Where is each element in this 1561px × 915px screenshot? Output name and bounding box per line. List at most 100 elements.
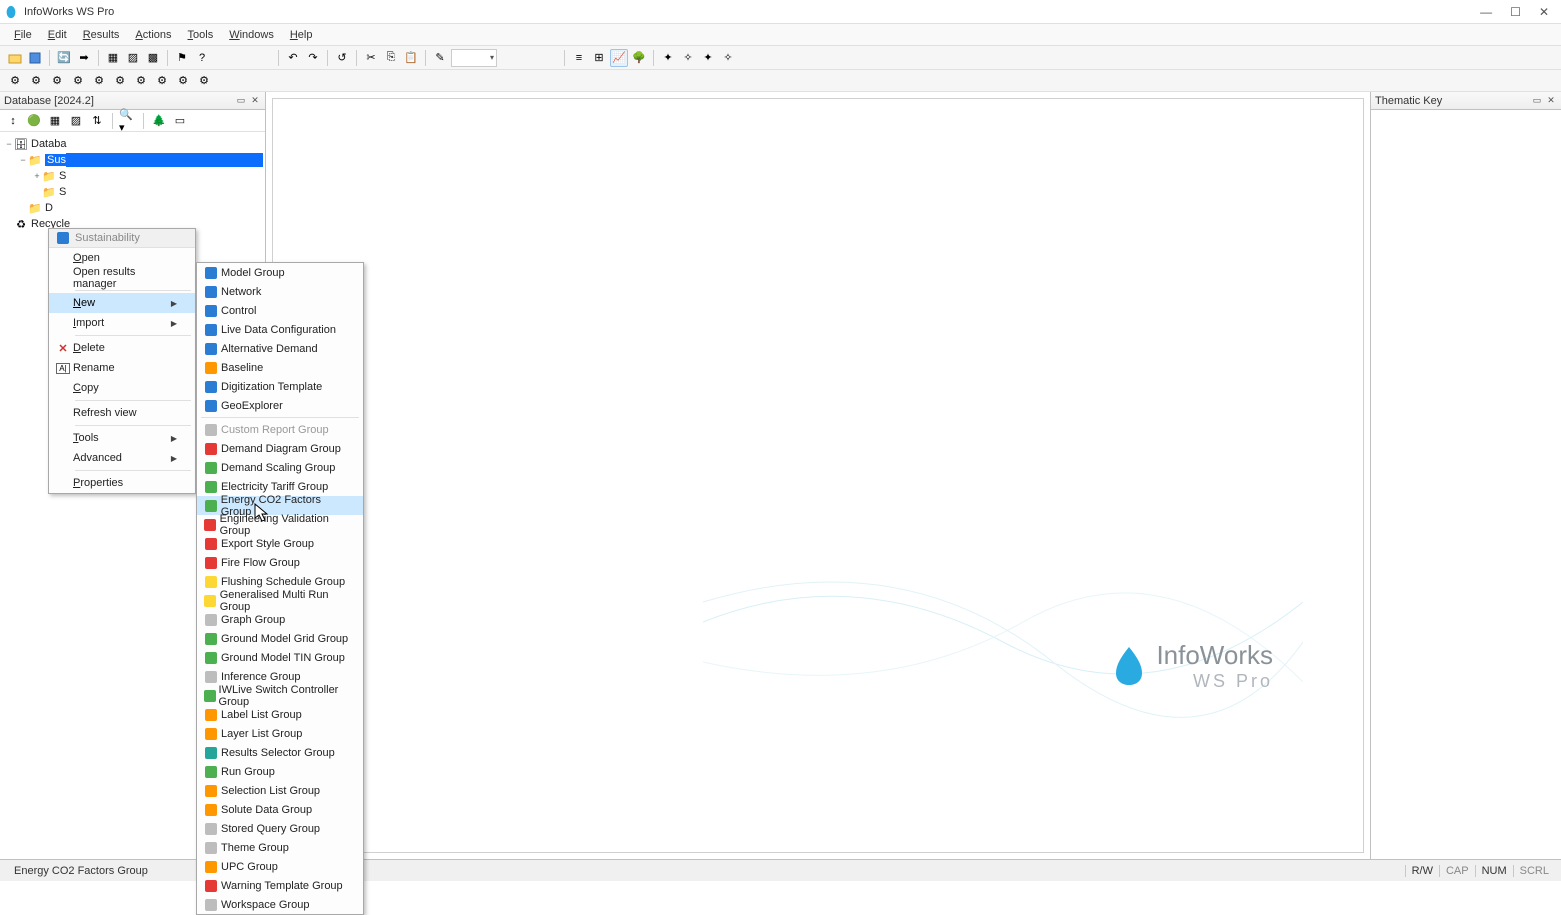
gear2-icon[interactable]: ⚙ [27, 72, 45, 90]
tb-grid-icon[interactable]: ⊞ [590, 49, 608, 67]
tb-undo2-icon[interactable]: ↺ [333, 49, 351, 67]
gear1-icon[interactable]: ⚙ [6, 72, 24, 90]
sub-item-layer-list-group[interactable]: Layer List Group [197, 724, 363, 743]
ctx-item-new[interactable]: New▶ [49, 293, 195, 313]
sub-item-run-group[interactable]: Run Group [197, 762, 363, 781]
menu-tools[interactable]: Tools [180, 27, 222, 43]
tree-node-child1[interactable]: + 📁 S [2, 168, 263, 184]
sub-item-graph-group[interactable]: Graph Group [197, 610, 363, 629]
sub-item-theme-group[interactable]: Theme Group [197, 838, 363, 857]
pt-up-icon[interactable]: ↕ [4, 112, 22, 130]
tb-paste-icon[interactable]: 📋 [402, 49, 420, 67]
tb-sparkle2-icon[interactable]: ✦ [699, 49, 717, 67]
pt-grid1-icon[interactable]: ▦ [46, 112, 64, 130]
gear7-icon[interactable]: ⚙ [132, 72, 150, 90]
sub-item-demand-scaling-group[interactable]: Demand Scaling Group [197, 458, 363, 477]
tb-flag-icon[interactable]: ⚑ [173, 49, 191, 67]
sub-item-baseline[interactable]: Baseline [197, 358, 363, 377]
tb-tree-icon[interactable]: 🌳 [630, 49, 648, 67]
pt-refresh-icon[interactable]: 🟢 [25, 112, 43, 130]
sub-item-workspace-group[interactable]: Workspace Group [197, 895, 363, 914]
pt-tree-icon[interactable]: 🌲 [150, 112, 168, 130]
ctx-item-open-results-manager[interactable]: Open results manager [49, 268, 195, 288]
tb-open-icon[interactable] [6, 49, 24, 67]
sub-item-network[interactable]: Network [197, 282, 363, 301]
tb-chart-icon[interactable]: 📈 [610, 49, 628, 67]
gear10-icon[interactable]: ⚙ [195, 72, 213, 90]
ctx-item-open[interactable]: Open [49, 248, 195, 268]
sub-item-warning-template-group[interactable]: Warning Template Group [197, 876, 363, 895]
tb-undo-icon[interactable]: ↶ [284, 49, 302, 67]
sub-item-export-style-group[interactable]: Export Style Group [197, 534, 363, 553]
tb-db2-icon[interactable]: ▨ [124, 49, 142, 67]
tb-list-icon[interactable]: ≡ [570, 49, 588, 67]
sub-item-generalised-multi-run-group[interactable]: Generalised Multi Run Group [197, 591, 363, 610]
tk-close-icon[interactable]: ✕ [1545, 95, 1557, 107]
ctx-item-advanced[interactable]: Advanced▶ [49, 448, 195, 468]
tk-pin-icon[interactable]: ▭ [1531, 95, 1543, 107]
sub-item-iwlive-switch-controller-group[interactable]: IWLive Switch Controller Group [197, 686, 363, 705]
sub-item-engineering-validation-group[interactable]: Engineering Validation Group [197, 515, 363, 534]
tb-sparkle1-icon[interactable]: ✧ [679, 49, 697, 67]
tb-cut-icon[interactable]: ✂ [362, 49, 380, 67]
tree-root[interactable]: − 🗄 Databa [2, 136, 263, 152]
pt-sort-icon[interactable]: ⇅ [88, 112, 106, 130]
tb-redo-icon[interactable]: ↷ [304, 49, 322, 67]
panel-pin-icon[interactable]: ▭ [235, 95, 247, 107]
sub-item-alternative-demand[interactable]: Alternative Demand [197, 339, 363, 358]
sub-item-upc-group[interactable]: UPC Group [197, 857, 363, 876]
sub-item-geoexplorer[interactable]: GeoExplorer [197, 396, 363, 415]
menu-results[interactable]: Results [75, 27, 128, 43]
gear6-icon[interactable]: ⚙ [111, 72, 129, 90]
tb-sparkle3-icon[interactable]: ✧ [719, 49, 737, 67]
menu-edit[interactable]: Edit [40, 27, 75, 43]
gear3-icon[interactable]: ⚙ [48, 72, 66, 90]
tb-refresh-icon[interactable]: 🔄 [55, 49, 73, 67]
pt-find-icon[interactable]: 🔍▾ [119, 112, 137, 130]
tb-help-icon[interactable]: ? [193, 49, 211, 67]
sub-item-control[interactable]: Control [197, 301, 363, 320]
ctx-item-import[interactable]: Import▶ [49, 313, 195, 333]
sub-item-stored-query-group[interactable]: Stored Query Group [197, 819, 363, 838]
gear9-icon[interactable]: ⚙ [174, 72, 192, 90]
ctx-item-rename[interactable]: A|Rename [49, 358, 195, 378]
sub-item-solute-data-group[interactable]: Solute Data Group [197, 800, 363, 819]
sub-item-model-group[interactable]: Model Group [197, 263, 363, 282]
pt-view-icon[interactable]: ▭ [171, 112, 189, 130]
tree-node-d[interactable]: 📁 D [2, 200, 263, 216]
tb-db1-icon[interactable]: ▦ [104, 49, 122, 67]
sub-item-digitization-template[interactable]: Digitization Template [197, 377, 363, 396]
ctx-item-delete[interactable]: ✕Delete [49, 338, 195, 358]
pt-grid2-icon[interactable]: ▨ [67, 112, 85, 130]
sub-item-ground-model-tin-group[interactable]: Ground Model TIN Group [197, 648, 363, 667]
tb-pencil-icon[interactable]: ✎ [431, 49, 449, 67]
tree-node-sustainability[interactable]: − 📁 Sus [2, 152, 263, 168]
ctx-item-refresh-view[interactable]: Refresh view [49, 403, 195, 423]
close-button[interactable]: ✕ [1539, 5, 1549, 19]
menu-actions[interactable]: Actions [127, 27, 179, 43]
maximize-button[interactable]: ☐ [1510, 5, 1521, 19]
sub-item-label-list-group[interactable]: Label List Group [197, 705, 363, 724]
sub-item-live-data-configuration[interactable]: Live Data Configuration [197, 320, 363, 339]
menu-windows[interactable]: Windows [221, 27, 282, 43]
gear5-icon[interactable]: ⚙ [90, 72, 108, 90]
tb-save-icon[interactable] [26, 49, 44, 67]
menu-help[interactable]: Help [282, 27, 321, 43]
tb-forward-icon[interactable]: ➡ [75, 49, 93, 67]
ctx-item-copy[interactable]: Copy [49, 378, 195, 398]
tb-star-icon[interactable]: ✦ [659, 49, 677, 67]
sub-item-fire-flow-group[interactable]: Fire Flow Group [197, 553, 363, 572]
menu-file[interactable]: File [6, 27, 40, 43]
tb-db3-icon[interactable]: ▩ [144, 49, 162, 67]
ctx-item-tools[interactable]: Tools▶ [49, 428, 195, 448]
gear4-icon[interactable]: ⚙ [69, 72, 87, 90]
tb-copy-icon[interactable]: ⎘ [382, 49, 400, 67]
ctx-item-properties[interactable]: Properties [49, 473, 195, 493]
minimize-button[interactable]: — [1480, 5, 1492, 19]
sub-item-demand-diagram-group[interactable]: Demand Diagram Group [197, 439, 363, 458]
sub-item-results-selector-group[interactable]: Results Selector Group [197, 743, 363, 762]
sub-item-selection-list-group[interactable]: Selection List Group [197, 781, 363, 800]
gear8-icon[interactable]: ⚙ [153, 72, 171, 90]
tree-node-child2[interactable]: 📁 S [2, 184, 263, 200]
sub-item-ground-model-grid-group[interactable]: Ground Model Grid Group [197, 629, 363, 648]
